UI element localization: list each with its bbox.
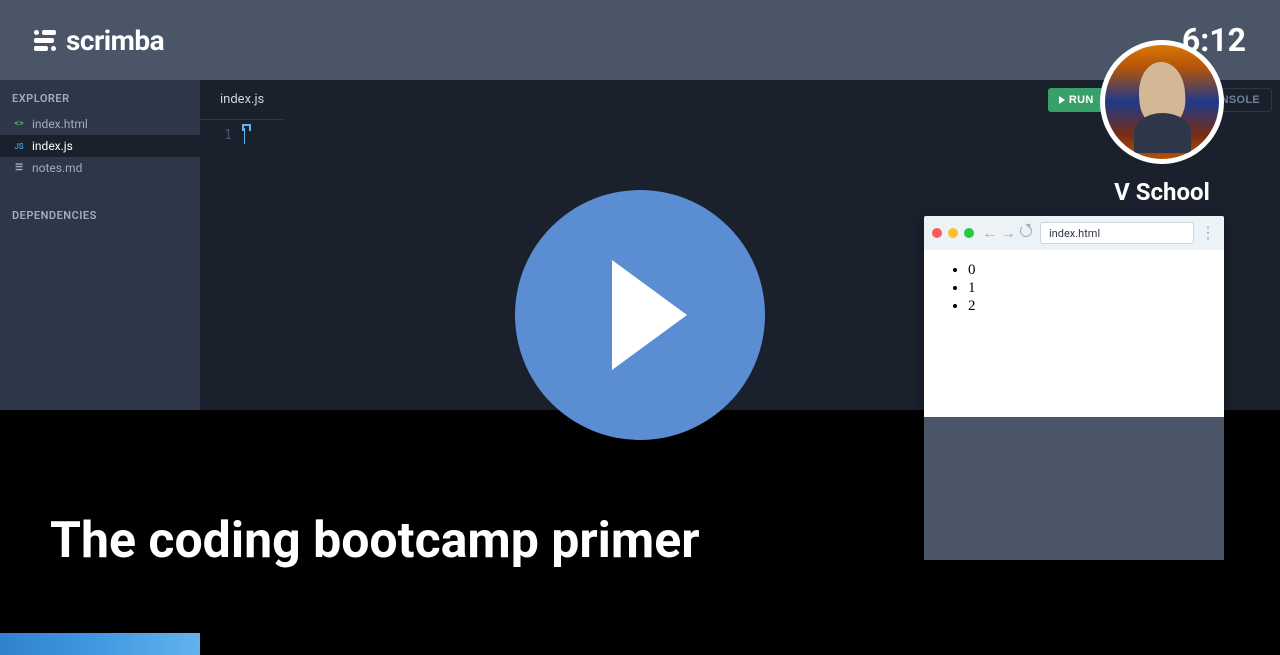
cursor-icon — [244, 128, 245, 144]
run-label: RUN — [1069, 94, 1094, 106]
js-file-icon: JS — [12, 139, 26, 153]
url-bar[interactable]: index.html — [1040, 222, 1194, 244]
sidebar: EXPLORER <> index.html JS index.js ☰ not… — [0, 80, 200, 410]
avatar[interactable] — [1100, 40, 1224, 164]
minimize-window-icon[interactable] — [948, 228, 958, 238]
brand-name: scrimba — [66, 24, 164, 57]
line-gutter: 1 — [200, 128, 242, 402]
author-block[interactable]: V School — [1100, 40, 1224, 206]
close-window-icon[interactable] — [932, 228, 942, 238]
preview-window[interactable]: ← → index.html ⋮ 0 1 2 — [924, 216, 1224, 560]
browser-body: 0 1 2 — [924, 250, 1224, 417]
file-item-notes-md[interactable]: ☰ notes.md — [0, 157, 200, 179]
line-number: 1 — [200, 128, 232, 143]
file-item-index-html[interactable]: <> index.html — [0, 113, 200, 135]
list-item: 2 — [968, 298, 1204, 315]
scrimba-logo-icon — [34, 30, 56, 51]
list-item: 1 — [968, 280, 1204, 297]
play-button[interactable] — [515, 190, 765, 440]
play-icon — [1059, 96, 1065, 104]
file-name: index.html — [32, 117, 88, 131]
url-text: index.html — [1049, 227, 1100, 240]
md-file-icon: ☰ — [12, 161, 26, 175]
run-button[interactable]: RUN — [1048, 88, 1105, 112]
nav-arrows: ← → — [982, 223, 1034, 243]
back-icon[interactable]: ← — [982, 223, 998, 243]
author-name: V School — [1114, 178, 1210, 206]
maximize-window-icon[interactable] — [964, 228, 974, 238]
file-name: notes.md — [32, 161, 82, 175]
menu-icon[interactable]: ⋮ — [1200, 225, 1216, 241]
browser-chrome: ← → index.html ⋮ — [924, 216, 1224, 250]
browser-bottom-panel — [924, 417, 1224, 560]
forward-icon[interactable]: → — [1000, 223, 1016, 243]
dependencies-header: DEPENDENCIES — [0, 197, 200, 230]
course-title: The coding bootcamp primer — [50, 512, 700, 570]
list-item: 0 — [968, 262, 1204, 279]
reload-icon[interactable] — [1020, 225, 1032, 237]
tab-index-js[interactable]: index.js — [200, 80, 284, 120]
explorer-header: EXPLORER — [0, 80, 200, 113]
file-item-index-js[interactable]: JS index.js — [0, 135, 200, 157]
file-name: index.js — [32, 139, 73, 153]
preview-list: 0 1 2 — [944, 262, 1204, 315]
thumbnail-strip[interactable] — [0, 633, 200, 655]
play-icon — [612, 260, 687, 370]
logo[interactable]: scrimba — [34, 24, 164, 57]
html-file-icon: <> — [12, 117, 26, 131]
header: scrimba 6:12 — [0, 0, 1280, 80]
traffic-lights — [932, 228, 974, 238]
